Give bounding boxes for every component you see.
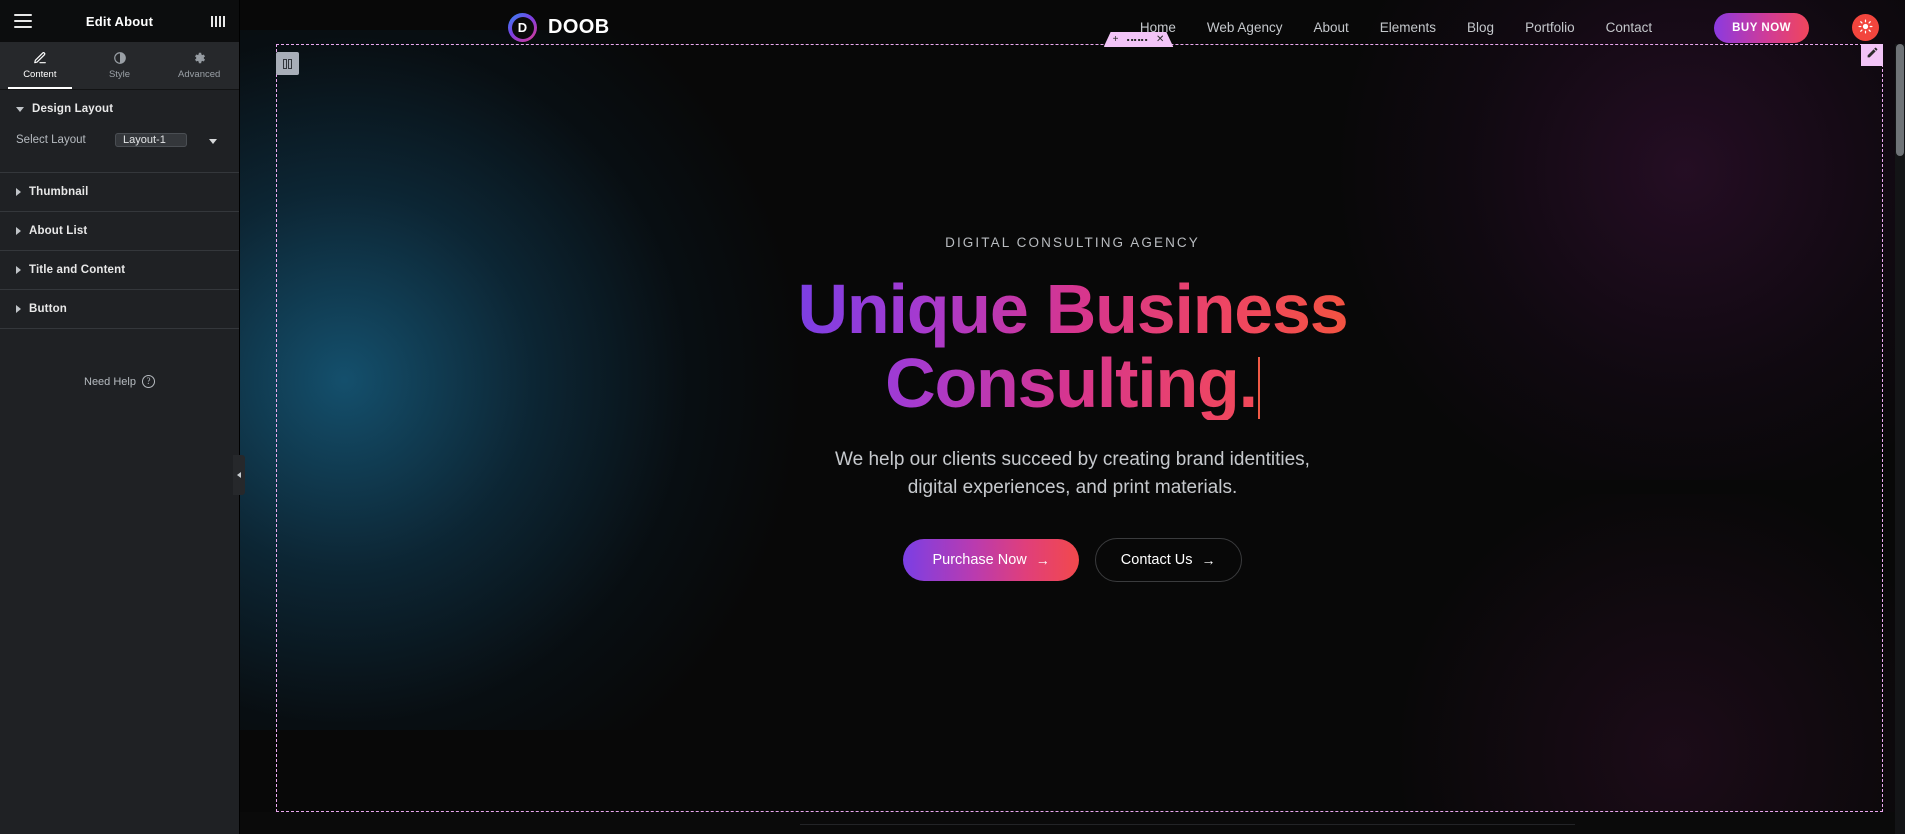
site-navbar: D DOOB Home Web Agency About Elements Bl… xyxy=(240,0,1905,55)
section-button-title: Button xyxy=(29,303,67,315)
preview-canvas: D DOOB Home Web Agency About Elements Bl… xyxy=(240,0,1905,834)
tab-advanced-label: Advanced xyxy=(178,69,221,80)
nav-item-elements[interactable]: Elements xyxy=(1380,20,1436,35)
section-design-layout: Design Layout Select Layout Layout-1 xyxy=(0,90,239,173)
section-thumbnail-title: Thumbnail xyxy=(29,186,89,198)
website-preview: D DOOB Home Web Agency About Elements Bl… xyxy=(240,0,1905,834)
chevron-down-icon xyxy=(209,139,217,144)
chevron-right-icon xyxy=(16,305,21,313)
section-toolbar: + ✕ xyxy=(1104,32,1174,47)
section-thumbnail-header[interactable]: Thumbnail xyxy=(0,173,239,211)
sidebar-header: Edit About xyxy=(0,0,239,42)
question-circle-icon: ? xyxy=(141,375,155,388)
chevron-right-icon xyxy=(16,188,21,196)
pencil-icon xyxy=(1866,46,1879,64)
select-layout-wrap: Layout-1 xyxy=(115,130,223,150)
logo-icon: D xyxy=(508,13,537,42)
editor-tabs: Content Style Advanced xyxy=(0,42,239,90)
editor-accordion: Design Layout Select Layout Layout-1 Thu… xyxy=(0,90,239,329)
section-button: Button xyxy=(0,290,239,329)
drag-handle-icon[interactable] xyxy=(1127,39,1147,41)
tab-style[interactable]: Style xyxy=(80,42,160,89)
nav-item-contact[interactable]: Contact xyxy=(1606,20,1653,35)
edit-widget-badge[interactable] xyxy=(1861,44,1883,66)
section-design-layout-body: Select Layout Layout-1 xyxy=(0,128,239,172)
section-design-layout-title: Design Layout xyxy=(32,103,114,115)
section-button-header[interactable]: Button xyxy=(0,290,239,328)
sidebar-collapse-handle[interactable] xyxy=(233,455,245,495)
hero-description-line-1: We help our clients succeed by creating … xyxy=(835,449,1310,471)
hero-title-line-2: Consulting. xyxy=(885,344,1257,423)
below-fold-strip xyxy=(240,812,1905,834)
divider xyxy=(800,824,1575,825)
nav-item-blog[interactable]: Blog xyxy=(1467,20,1494,35)
logo-letter: D xyxy=(511,16,534,39)
nav-menu: Home Web Agency About Elements Blog Port… xyxy=(1140,12,1879,43)
hero-title-line-1: Unique Business xyxy=(797,270,1348,348)
section-about-list-header[interactable]: About List xyxy=(0,212,239,250)
section-title-and-content-title: Title and Content xyxy=(29,264,126,276)
arrow-right-icon: → xyxy=(1035,552,1050,569)
nav-item-web-agency[interactable]: Web Agency xyxy=(1207,20,1283,35)
scrollbar-thumb[interactable] xyxy=(1896,44,1904,156)
chevron-right-icon xyxy=(16,266,21,274)
close-icon[interactable]: ✕ xyxy=(1156,35,1164,45)
canvas-scrollbar[interactable] xyxy=(1895,44,1905,834)
grid-icon[interactable] xyxy=(211,15,225,27)
chevron-down-icon xyxy=(16,106,24,112)
buy-now-button[interactable]: BUY NOW xyxy=(1714,12,1809,43)
need-help-link[interactable]: Need Help ? xyxy=(0,375,239,388)
section-thumbnail: Thumbnail xyxy=(0,173,239,212)
pencil-icon xyxy=(33,51,47,65)
contact-us-button[interactable]: Contact Us → xyxy=(1094,538,1242,583)
column-handle[interactable] xyxy=(276,52,299,75)
section-title-and-content: Title and Content xyxy=(0,251,239,290)
select-layout-input[interactable]: Layout-1 xyxy=(115,133,187,147)
tab-advanced[interactable]: Advanced xyxy=(159,42,239,89)
page-title: Edit About xyxy=(85,13,154,29)
select-layout-label: Select Layout xyxy=(16,134,86,146)
chevron-right-icon xyxy=(16,227,21,235)
hero-description: We help our clients succeed by creating … xyxy=(240,446,1905,502)
brand-name: DOOB xyxy=(548,16,610,38)
hero-description-line-2: digital experiences, and print materials… xyxy=(907,477,1238,499)
chevron-left-icon xyxy=(237,472,241,478)
brand-logo[interactable]: D DOOB xyxy=(508,13,610,42)
hero-actions: Purchase Now → Contact Us → xyxy=(240,538,1905,583)
columns-icon xyxy=(282,58,293,69)
nav-item-about[interactable]: About xyxy=(1313,20,1348,35)
sun-icon xyxy=(1858,19,1873,37)
contrast-icon xyxy=(113,51,127,65)
theme-toggle-button[interactable] xyxy=(1852,14,1879,41)
plus-icon[interactable]: + xyxy=(1113,35,1119,45)
section-about-list-title: About List xyxy=(29,225,88,237)
hero-title[interactable]: Unique Business Consulting. xyxy=(798,272,1348,420)
gear-icon xyxy=(192,51,206,65)
tab-style-label: Style xyxy=(108,69,131,80)
section-about-list: About List xyxy=(0,212,239,251)
section-design-layout-header[interactable]: Design Layout xyxy=(0,90,239,128)
section-title-and-content-header[interactable]: Title and Content xyxy=(0,251,239,289)
text-cursor xyxy=(1257,357,1260,420)
select-layout-row: Select Layout Layout-1 xyxy=(16,130,223,150)
hamburger-icon[interactable] xyxy=(14,14,32,28)
arrow-right-icon: → xyxy=(1201,552,1216,569)
tab-content-label: Content xyxy=(23,69,57,80)
purchase-now-label: Purchase Now xyxy=(932,552,1027,569)
purchase-now-button[interactable]: Purchase Now → xyxy=(903,539,1079,582)
tab-content[interactable]: Content xyxy=(0,42,80,89)
nav-item-portfolio[interactable]: Portfolio xyxy=(1525,20,1575,35)
need-help-label: Need Help xyxy=(84,375,136,388)
editor-sidebar: Edit About Content Style Advanced Design… xyxy=(0,0,245,834)
hero-eyebrow: DIGITAL CONSULTING AGENCY xyxy=(945,235,1200,250)
contact-us-label: Contact Us xyxy=(1120,552,1193,569)
hero-section: DIGITAL CONSULTING AGENCY Unique Busines… xyxy=(240,55,1905,583)
editor-app: Edit About Content Style Advanced Design… xyxy=(0,0,1905,834)
